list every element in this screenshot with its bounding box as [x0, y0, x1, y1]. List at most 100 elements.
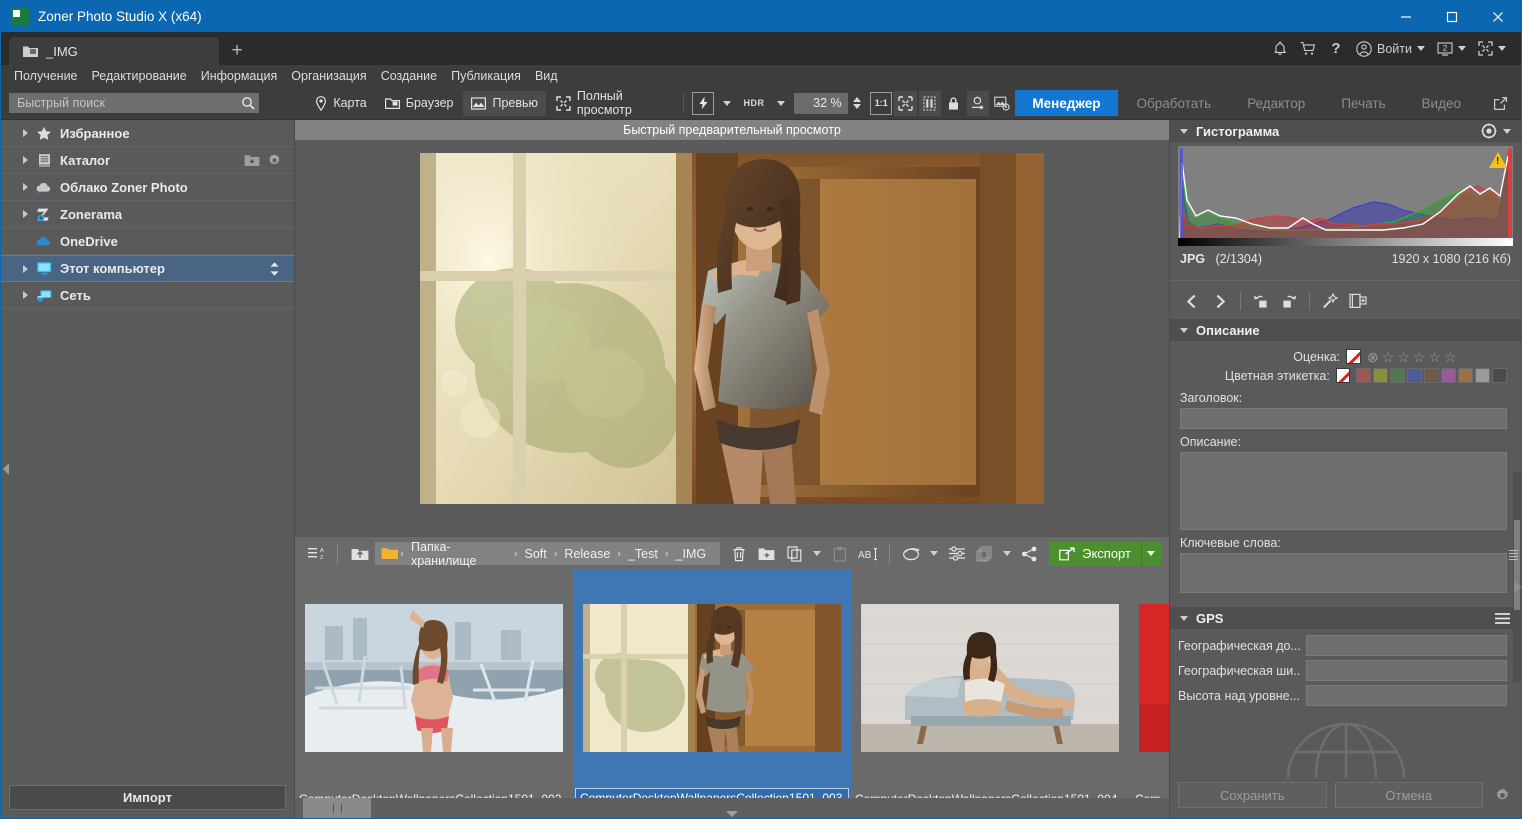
- search-input[interactable]: [17, 96, 241, 110]
- thumbnail-image[interactable]: [861, 604, 1119, 752]
- gps-altitude-input[interactable]: [1306, 685, 1507, 706]
- breadcrumb-item-1[interactable]: Soft: [519, 547, 553, 561]
- import-button[interactable]: Импорт: [9, 785, 286, 810]
- sidebar-item-catalog[interactable]: Каталог: [1, 147, 294, 174]
- list-item[interactable]: Com: [1129, 570, 1169, 818]
- rotate-left-icon[interactable]: [1249, 289, 1273, 313]
- chevron-right-icon[interactable]: [17, 156, 33, 164]
- breadcrumb-item-3[interactable]: _Test: [622, 547, 664, 561]
- save-button[interactable]: Сохранить: [1178, 782, 1327, 808]
- sort-updown-icon[interactable]: [269, 261, 294, 277]
- zoom-value[interactable]: 32 %: [794, 93, 848, 114]
- menu-redaktirovanie[interactable]: Редактирование: [85, 66, 194, 86]
- filmstrip-scroll-thumb[interactable]: [303, 798, 371, 818]
- export-button[interactable]: Экспорт: [1049, 542, 1141, 566]
- right-panel-scrollbar[interactable]: [1513, 472, 1521, 682]
- warning-icon[interactable]: [1489, 152, 1507, 168]
- tab-img[interactable]: _IMG: [9, 37, 219, 65]
- star-icon[interactable]: ☆: [1428, 350, 1441, 364]
- mode-editor[interactable]: Редактор: [1230, 90, 1322, 116]
- flash-dropdown[interactable]: [716, 91, 738, 116]
- signin-button[interactable]: Войти: [1351, 35, 1430, 63]
- gear-icon[interactable]: [267, 153, 282, 168]
- sidebar-item-zoner-cloud[interactable]: Облако Zoner Photo: [1, 174, 294, 201]
- gps-latitude-input[interactable]: [1306, 660, 1507, 681]
- add-to-catalog-icon[interactable]: [1346, 289, 1370, 313]
- stack-dropdown[interactable]: [1000, 541, 1014, 567]
- title-input[interactable]: [1180, 408, 1507, 429]
- list-item[interactable]: ComputerDesktopWallpapersCollection1501_…: [573, 570, 851, 818]
- menu-informaciya[interactable]: Информация: [194, 66, 285, 86]
- flash-icon[interactable]: [692, 92, 714, 115]
- hdr-dropdown[interactable]: [770, 91, 792, 116]
- compare-icon[interactable]: [967, 91, 989, 116]
- browser-button[interactable]: Браузер: [377, 91, 462, 116]
- chevron-down-icon[interactable]: [1503, 129, 1511, 134]
- sort-az-icon[interactable]: AZ: [303, 541, 328, 567]
- mode-print[interactable]: Печать: [1324, 90, 1402, 116]
- cancel-button[interactable]: Отмена: [1335, 782, 1484, 808]
- export-dropdown[interactable]: [1141, 542, 1161, 566]
- fullscreen-icon[interactable]: [1473, 35, 1511, 63]
- color-swatch-gray[interactable]: [1475, 368, 1490, 383]
- histogram-section-header[interactable]: Гистограмма: [1170, 120, 1521, 142]
- folder-icon[interactable]: [379, 544, 399, 564]
- collapse-left-icon[interactable]: [1, 120, 10, 818]
- preview-image[interactable]: [420, 153, 1044, 504]
- color-swatch-blue[interactable]: [1407, 368, 1422, 383]
- menu-organizaciya[interactable]: Организация: [284, 66, 373, 86]
- gps-section-header[interactable]: GPS: [1170, 607, 1521, 629]
- list-item[interactable]: ComputerDesktopWallpapersCollection1501_…: [851, 570, 1129, 818]
- mode-video[interactable]: Видео: [1405, 90, 1478, 116]
- chevron-right-icon[interactable]: [17, 129, 33, 137]
- gps-longitude-input[interactable]: [1306, 635, 1507, 656]
- chevron-right-icon[interactable]: [17, 291, 33, 299]
- zoom-stepper[interactable]: [853, 97, 861, 109]
- prev-image-icon[interactable]: [1180, 289, 1204, 313]
- sidebar-item-zonerama[interactable]: Zonerama: [1, 201, 294, 228]
- popout-icon[interactable]: [1488, 91, 1513, 116]
- hdr-label[interactable]: HDR: [741, 98, 768, 108]
- auto-enhance-icon[interactable]: [1318, 289, 1342, 313]
- fullview-button[interactable]: Полный просмотр: [548, 91, 675, 116]
- color-swatch-orange[interactable]: [1458, 368, 1473, 383]
- description-textarea[interactable]: [1180, 452, 1507, 530]
- color-swatch-red[interactable]: [1356, 368, 1371, 383]
- batch-icon[interactable]: [899, 541, 924, 567]
- thumbnail-image[interactable]: [1139, 604, 1169, 752]
- sidebar-item-onedrive[interactable]: OneDrive: [1, 228, 294, 255]
- help-button[interactable]: ?: [1323, 35, 1349, 63]
- color-swatch-green[interactable]: [1390, 368, 1405, 383]
- rotate-right-icon[interactable]: [1277, 289, 1301, 313]
- trash-icon[interactable]: [726, 541, 751, 567]
- menu-poluchenie[interactable]: Получение: [7, 66, 85, 86]
- filmstrip-icon[interactable]: [919, 91, 941, 116]
- copy-dropdown[interactable]: [811, 541, 825, 567]
- one-to-one-button[interactable]: 1:1: [870, 92, 892, 115]
- add-folder-icon[interactable]: [244, 154, 260, 167]
- rename-icon[interactable]: AB: [855, 541, 880, 567]
- fit-screen-icon[interactable]: [894, 91, 916, 116]
- thumbnail-image[interactable]: [583, 604, 841, 752]
- sidebar-item-this-pc[interactable]: Этот компьютер: [1, 255, 294, 282]
- chevron-down-icon[interactable]: [1180, 616, 1188, 621]
- color-swatch-dark[interactable]: [1492, 368, 1507, 383]
- keywords-textarea[interactable]: [1180, 553, 1507, 593]
- description-section-header[interactable]: Описание: [1170, 319, 1521, 341]
- rating-clear-button[interactable]: [1346, 349, 1361, 364]
- color-swatch-purple[interactable]: [1441, 368, 1456, 383]
- image-settings-icon[interactable]: [991, 91, 1013, 116]
- up-folder-icon[interactable]: [347, 541, 372, 567]
- chevron-right-icon[interactable]: [17, 265, 33, 273]
- menu-sozdanie[interactable]: Создание: [374, 66, 444, 86]
- cart-icon[interactable]: [1295, 35, 1321, 63]
- color-clear-button[interactable]: [1336, 368, 1350, 383]
- chevron-right-icon[interactable]: [17, 183, 33, 191]
- mode-develop[interactable]: Обработать: [1120, 90, 1229, 116]
- new-folder-icon[interactable]: [754, 541, 779, 567]
- breadcrumb-item-0[interactable]: Папка-хранилище: [405, 540, 513, 568]
- sidebar-item-favorites[interactable]: Избранное: [1, 120, 294, 147]
- breadcrumb-item-2[interactable]: Release: [558, 547, 616, 561]
- search-icon[interactable]: [241, 96, 255, 110]
- share-icon[interactable]: [1017, 541, 1042, 567]
